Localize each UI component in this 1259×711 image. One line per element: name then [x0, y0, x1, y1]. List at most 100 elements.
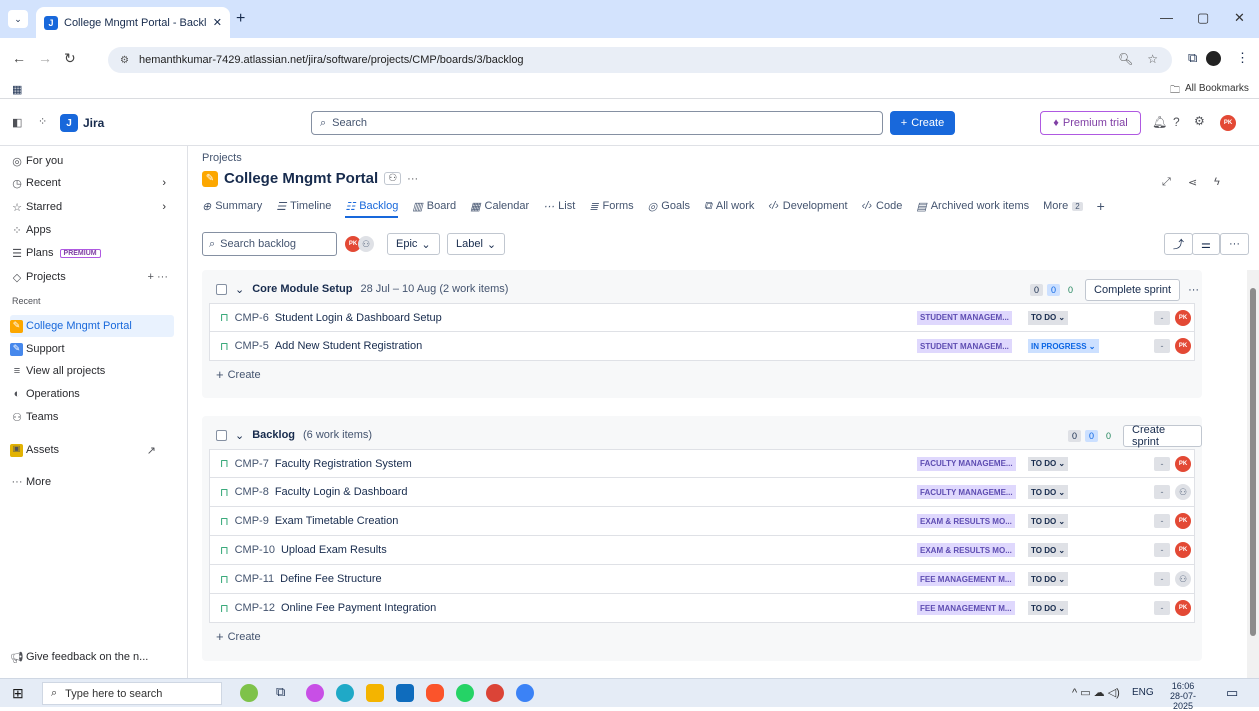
- profile-avatar-icon[interactable]: [1206, 51, 1221, 66]
- windows-start-icon[interactable]: ⊞: [12, 685, 24, 702]
- settings-gear-icon[interactable]: ⚙: [1194, 114, 1205, 128]
- new-tab-button[interactable]: +: [236, 11, 245, 27]
- sidebar-project-support[interactable]: ✎ Support: [10, 338, 178, 360]
- premium-trial-button[interactable]: ♦ Premium trial: [1040, 111, 1141, 135]
- sidebar-item-plans[interactable]: ☰ Plans PREMIUM: [10, 242, 178, 264]
- taskbar-search-input[interactable]: ⌕ Type here to search: [42, 682, 222, 705]
- status-dropdown[interactable]: TO DO ⌄: [1028, 310, 1069, 325]
- tab-timeline[interactable]: ☰ Timeline: [276, 200, 331, 213]
- estimate-badge[interactable]: -: [1154, 572, 1170, 586]
- edge-icon[interactable]: [336, 684, 354, 702]
- backlog-search-input[interactable]: ⌕ Search backlog: [202, 232, 337, 256]
- maximize-icon[interactable]: ▢: [1197, 10, 1209, 26]
- status-dropdown[interactable]: TO DO ⌄: [1028, 514, 1069, 528]
- create-button[interactable]: + Create: [890, 111, 955, 135]
- apps-grid-icon[interactable]: ▦: [12, 83, 22, 96]
- tab-summary[interactable]: ⊕ Summary: [202, 200, 262, 213]
- issue-key[interactable]: CMP-9: [235, 515, 269, 527]
- automation-icon[interactable]: ϟ: [1214, 176, 1220, 188]
- epic-lozenge[interactable]: FEE MANAGEMENT M...: [917, 572, 1015, 586]
- sidebar-item-apps[interactable]: ⁘ Apps: [10, 219, 178, 241]
- tab-archived-work-items[interactable]: ▤ Archived work items: [916, 200, 1029, 213]
- assignee-avatar[interactable]: PK: [1175, 542, 1191, 558]
- issue-key[interactable]: CMP-10: [235, 544, 275, 556]
- issue-summary[interactable]: Faculty Login & Dashboard: [275, 486, 408, 498]
- site-info-icon[interactable]: ⚙: [120, 55, 129, 66]
- epic-lozenge[interactable]: STUDENT MANAGEM...: [917, 310, 1012, 325]
- file-explorer-icon[interactable]: [366, 684, 384, 702]
- jira-home-link[interactable]: J Jira: [60, 114, 104, 132]
- status-dropdown[interactable]: TO DO ⌄: [1028, 485, 1069, 499]
- estimate-badge[interactable]: -: [1154, 339, 1170, 353]
- unassigned-avatar-icon[interactable]: ⚇: [1175, 571, 1191, 587]
- estimate-badge[interactable]: -: [1154, 310, 1170, 325]
- issue-summary[interactable]: Upload Exam Results: [281, 544, 387, 556]
- issue-key[interactable]: CMP-7: [235, 458, 269, 470]
- share-icon[interactable]: ⋖: [1188, 176, 1197, 189]
- epic-lozenge[interactable]: FACULTY MANAGEME...: [917, 485, 1016, 499]
- sidebar-item-operations[interactable]: ◐ Operations: [10, 383, 178, 405]
- sprint-more-icon[interactable]: ···: [1188, 284, 1199, 296]
- view-settings-icon[interactable]: ⚌: [1192, 233, 1220, 255]
- brave-icon[interactable]: [426, 684, 444, 702]
- epic-lozenge[interactable]: FEE MANAGEMENT M...: [917, 601, 1015, 615]
- global-search-input[interactable]: ⌕ Search: [311, 111, 883, 135]
- browser-tab[interactable]: J College Mngmt Portal - Backlog ✕: [36, 7, 230, 38]
- more-actions-icon[interactable]: ···: [407, 173, 418, 185]
- estimate-badge[interactable]: -: [1154, 514, 1170, 528]
- sidebar-item-more[interactable]: ··· More: [10, 471, 178, 493]
- url-bar[interactable]: ⚙ hemanthkumar-7429.atlassian.net/jira/s…: [108, 47, 1172, 73]
- plant-icon[interactable]: [240, 684, 258, 702]
- assignee-avatar[interactable]: PK: [1175, 338, 1191, 354]
- tab-list[interactable]: ⋯ List: [543, 200, 575, 213]
- complete-sprint-button[interactable]: Complete sprint: [1085, 279, 1181, 301]
- sidebar-toggle-icon[interactable]: ◧: [12, 116, 22, 129]
- close-window-icon[interactable]: ✕: [1234, 10, 1245, 26]
- status-dropdown[interactable]: TO DO ⌄: [1028, 601, 1069, 615]
- help-icon[interactable]: ?: [1173, 115, 1180, 129]
- epic-lozenge[interactable]: STUDENT MANAGEM...: [917, 339, 1012, 353]
- chevron-down-icon[interactable]: ⌄: [235, 283, 244, 296]
- minimize-icon[interactable]: —: [1160, 10, 1173, 25]
- reload-icon[interactable]: ↻: [64, 50, 76, 67]
- fullscreen-icon[interactable]: ⤢: [1162, 176, 1171, 189]
- status-dropdown[interactable]: TO DO ⌄: [1028, 456, 1069, 471]
- estimate-badge[interactable]: -: [1154, 485, 1170, 499]
- task-view-icon[interactable]: ⧉: [276, 684, 294, 702]
- extensions-icon[interactable]: ⧉: [1188, 50, 1197, 66]
- table-row[interactable]: ⊓ CMP-8 Faculty Login & Dashboard FACULTY …: [209, 478, 1195, 507]
- url-text[interactable]: hemanthkumar-7429.atlassian.net/jira/sof…: [139, 54, 524, 66]
- table-row[interactable]: ⊓ CMP-12 Online Fee Payment Integration FE…: [209, 594, 1195, 623]
- bookmark-star-icon[interactable]: ☆: [1147, 52, 1158, 66]
- table-row[interactable]: ⊓ CMP-5 Add New Student Registration STUDE…: [209, 332, 1195, 361]
- scrollbar-thumb[interactable]: [1250, 288, 1256, 636]
- back-arrow-icon[interactable]: ←: [12, 50, 26, 66]
- assignee-avatar[interactable]: PK: [1175, 513, 1191, 529]
- issue-summary[interactable]: Online Fee Payment Integration: [281, 602, 436, 614]
- assignee-avatar[interactable]: PK: [1175, 600, 1191, 616]
- chevron-down-icon[interactable]: ⌄: [235, 429, 244, 442]
- backlog-header[interactable]: ⌄ Backlog (6 work items): [216, 424, 372, 446]
- issue-summary[interactable]: Define Fee Structure: [280, 573, 382, 585]
- tab-search-chevron-icon[interactable]: ⌄: [8, 10, 28, 28]
- more-options-icon[interactable]: ···: [1220, 233, 1249, 255]
- issue-key[interactable]: CMP-8: [235, 486, 269, 498]
- add-more-icon[interactable]: + ···: [148, 271, 168, 283]
- copilot-icon[interactable]: [306, 684, 324, 702]
- sidebar-item-for-you[interactable]: ◎ For you: [10, 150, 178, 172]
- sidebar-item-teams[interactable]: ⚇ Teams: [10, 406, 178, 428]
- estimate-badge[interactable]: -: [1154, 543, 1170, 557]
- app-switcher-icon[interactable]: ⁘: [38, 115, 47, 128]
- sidebar-project-college-mngmt-portal[interactable]: ✎ College Mngmt Portal: [10, 315, 174, 337]
- table-row[interactable]: ⊓ CMP-7 Faculty Registration System FACULT…: [209, 449, 1195, 478]
- sprint-checkbox[interactable]: [216, 283, 227, 295]
- sprint-header[interactable]: ⌄ Core Module Setup 28 Jul – 10 Aug (2 w…: [216, 278, 508, 300]
- tab-backlog[interactable]: ☷ Backlog: [345, 200, 399, 218]
- create-sprint-button[interactable]: Create sprint: [1123, 424, 1202, 448]
- tab-board[interactable]: ▥ Board: [412, 200, 456, 213]
- tab-goals[interactable]: ◎ Goals: [648, 200, 690, 213]
- table-row[interactable]: ⊓ CMP-9 Exam Timetable Creation EXAM & RES…: [209, 507, 1195, 536]
- page-scrollbar[interactable]: [1247, 270, 1259, 678]
- forward-arrow-icon[interactable]: →: [38, 50, 52, 66]
- filter-avatar-unassigned[interactable]: ⚇: [358, 236, 374, 252]
